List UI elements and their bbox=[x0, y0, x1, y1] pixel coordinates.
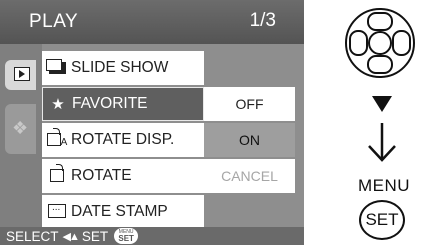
menu-item-label: FAVORITE bbox=[72, 95, 148, 112]
play-icon bbox=[14, 67, 30, 81]
option-on[interactable]: ON bbox=[204, 123, 295, 157]
menu-item-label: SLIDE SHOW bbox=[71, 59, 169, 76]
menu-item-date-stamp[interactable]: DATE STAMP bbox=[42, 195, 204, 229]
tab-setup[interactable]: ❖ bbox=[5, 104, 36, 154]
select-label: SELECT bbox=[6, 228, 59, 244]
menu-item-slide-show[interactable]: SLIDE SHOW bbox=[42, 51, 204, 85]
title-bar: PLAY 1/3 bbox=[0, 0, 304, 44]
chip-set-text: SET bbox=[118, 233, 134, 243]
rotate-display-icon: A bbox=[46, 127, 68, 149]
set-label: SET bbox=[81, 228, 109, 244]
tab-play[interactable] bbox=[5, 60, 36, 90]
page-indicator: 1/3 bbox=[249, 10, 276, 31]
menu-set-chip-icon: MENU SET bbox=[114, 228, 139, 244]
date-stamp-icon bbox=[46, 202, 68, 221]
dpad-icon bbox=[345, 8, 415, 78]
menu-item-label: ROTATE bbox=[71, 167, 132, 184]
set-button[interactable]: SET bbox=[359, 200, 405, 240]
star-icon: ★ bbox=[51, 96, 65, 113]
menu-item-rotate[interactable]: ROTATE bbox=[42, 159, 204, 193]
bottom-help-bar: SELECT ◀▲ SET MENU SET bbox=[0, 227, 304, 245]
menu-item-favorite[interactable]: ★ FAVORITE bbox=[42, 87, 204, 121]
down-triangle-icon bbox=[372, 96, 392, 112]
slideshow-icon bbox=[45, 58, 68, 77]
menu-list: SLIDE SHOW ★ FAVORITE A ROTATE DISP. ROT… bbox=[42, 51, 204, 231]
menu-button-label: MENU bbox=[357, 176, 411, 195]
down-arrow-icon bbox=[368, 123, 396, 162]
favorite-submenu: OFF ON CANCEL bbox=[204, 87, 295, 195]
rotate-icon bbox=[46, 163, 68, 185]
up-down-arrows-icon: ◀▲ bbox=[62, 230, 80, 243]
wrench-icon: ❖ bbox=[12, 118, 29, 138]
menu-item-label: DATE STAMP bbox=[71, 203, 168, 220]
menu-title: PLAY bbox=[29, 11, 79, 32]
menu-tab-column: ❖ bbox=[0, 44, 42, 227]
camera-lcd-screen: PLAY 1/3 ❖ SLIDE SHOW ★ FAVORITE A ROTAT… bbox=[0, 0, 304, 245]
option-cancel[interactable]: CANCEL bbox=[204, 159, 295, 193]
option-off[interactable]: OFF bbox=[204, 87, 295, 121]
menu-item-label: ROTATE DISP. bbox=[71, 131, 175, 148]
menu-item-rotate-disp[interactable]: A ROTATE DISP. bbox=[42, 123, 204, 157]
